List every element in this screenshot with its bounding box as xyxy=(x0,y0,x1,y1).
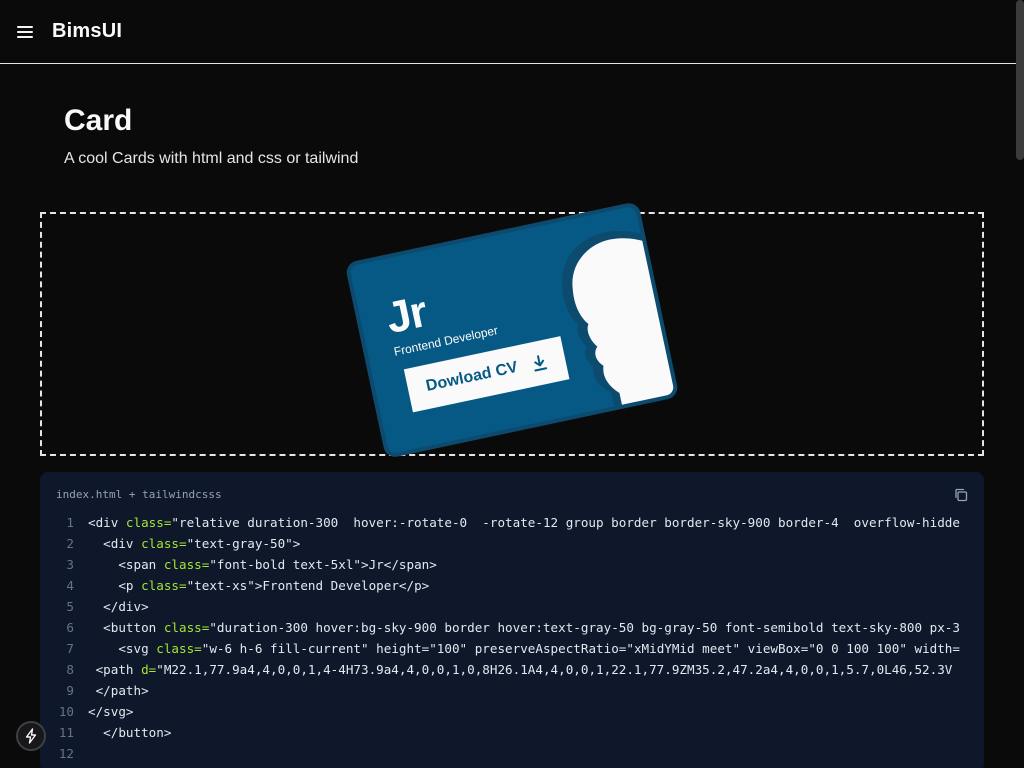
code-token-str: "duration-300 hover:bg-sky-900 border ho… xyxy=(209,620,960,635)
code-line: 10 </svg> xyxy=(40,701,984,722)
line-number: 8 xyxy=(66,662,74,677)
code-token-tag: </div> xyxy=(103,599,149,614)
code-token-tag: <path xyxy=(95,662,142,677)
code-token-str: "text-gray-50" xyxy=(186,536,293,551)
line-number: 4 xyxy=(66,578,74,593)
code-line: 5 </div> xyxy=(40,596,984,617)
scrollbar-thumb[interactable] xyxy=(1016,0,1024,160)
brand-logo[interactable]: BimsUI xyxy=(52,20,122,43)
code-token-indent xyxy=(88,683,96,698)
code-line: 7 <svg class="w-6 h-6 fill-current" heig… xyxy=(40,638,984,659)
card-text: Jr Frontend Developer xyxy=(382,276,499,359)
line-number: 7 xyxy=(66,641,74,656)
code-token-attr: class= xyxy=(163,620,210,635)
code-token-end: >Jr</span> xyxy=(361,557,437,572)
code-token-tag: <button xyxy=(103,620,164,635)
code-content: <span class="font-bold text-5xl">Jr</spa… xyxy=(74,554,437,575)
code-token-str: "font-bold text-5xl" xyxy=(209,557,361,572)
code-content: <div class="text-gray-50"> xyxy=(74,533,300,554)
code-token-indent xyxy=(88,662,96,677)
code-content: <div class="relative duration-300 hover:… xyxy=(74,512,960,533)
code-token-attr: class= xyxy=(141,578,187,593)
code-content: </button> xyxy=(74,722,171,743)
code-token-tag: <div xyxy=(103,536,142,551)
code-line: 11 </button> xyxy=(40,722,984,743)
code-content: </svg> xyxy=(74,701,134,722)
code-token-tag: <svg xyxy=(118,641,157,656)
code-line: 2 <div class="text-gray-50"> xyxy=(40,533,984,554)
line-number: 1 xyxy=(66,515,74,530)
code-token-attr: class= xyxy=(163,557,210,572)
code-token-attr: class= xyxy=(141,536,187,551)
code-line: 4 <p class="text-xs">Frontend Developer<… xyxy=(40,575,984,596)
code-token-tag: </button> xyxy=(103,725,172,740)
code-token-attr: d= xyxy=(141,662,157,677)
code-token-attr: class= xyxy=(125,515,172,530)
code-token-end: >Frontend Developer</p> xyxy=(254,578,430,593)
code-content xyxy=(74,743,88,764)
code-token-indent xyxy=(88,620,103,635)
code-line: 6 <button class="duration-300 hover:bg-s… xyxy=(40,617,984,638)
code-content: <button class="duration-300 hover:bg-sky… xyxy=(74,617,960,638)
line-number: 6 xyxy=(66,620,74,635)
code-token-str: "relative duration-300 hover:-rotate-0 -… xyxy=(171,515,960,530)
code-token-indent xyxy=(88,557,118,572)
code-token-tag: </svg> xyxy=(88,704,134,719)
download-icon xyxy=(533,355,547,372)
line-number: 2 xyxy=(66,536,74,551)
line-number: 9 xyxy=(66,683,74,698)
code-token-tag: <div xyxy=(88,515,126,530)
code-token-indent xyxy=(88,578,118,593)
line-number: 3 xyxy=(66,557,74,572)
code-token-str: "w-6 h-6 fill-current" height="100" pres… xyxy=(201,641,960,656)
code-line: 8 <path d="M22.1,77.9a4,4,0,0,1,4-4H73.9… xyxy=(40,659,984,680)
lightning-bolt-button[interactable] xyxy=(16,721,46,751)
scrollbar[interactable] xyxy=(1016,0,1024,768)
line-number: 10 xyxy=(58,704,74,719)
code-token-indent xyxy=(88,641,118,656)
copy-icon[interactable] xyxy=(954,488,968,502)
code-content: <p class="text-xs">Frontend Developer</p… xyxy=(74,575,429,596)
code-line: 1 <div class="relative duration-300 hover… xyxy=(40,512,984,533)
code-content: <svg class="w-6 h-6 fill-current" height… xyxy=(74,638,960,659)
code-panel: index.html + tailwindcsss 1 <div class="r… xyxy=(40,472,984,768)
code-token-str: "M22.1,77.9a4,4,0,0,1,4-4H73.9a4,4,0,0,1… xyxy=(156,662,953,677)
code-line: 3 <span class="font-bold text-5xl">Jr</s… xyxy=(40,554,984,575)
code-content: </path> xyxy=(74,680,149,701)
code-tab-label: index.html + tailwindcsss xyxy=(56,488,222,501)
top-bar: BimsUI xyxy=(0,0,1016,64)
code-token-tag: </path> xyxy=(95,683,149,698)
code-token-tag: <p xyxy=(118,578,142,593)
code-token-attr: class= xyxy=(156,641,202,656)
page-subtitle: A cool Cards with html and css or tailwi… xyxy=(64,150,359,167)
code-token-indent xyxy=(88,725,103,740)
download-cv-label: Dowload CV xyxy=(424,358,520,395)
code-block: 1 <div class="relative duration-300 hover… xyxy=(40,512,984,768)
page-title: Card xyxy=(64,104,133,137)
code-content: <path d="M22.1,77.9a4,4,0,0,1,4-4H73.9a4… xyxy=(74,659,953,680)
hamburger-menu-icon[interactable] xyxy=(17,24,37,40)
line-number: 12 xyxy=(58,746,74,761)
code-token-str: "text-xs" xyxy=(186,578,255,593)
code-token-end: > xyxy=(292,536,301,551)
code-token-indent xyxy=(88,599,103,614)
code-content: </div> xyxy=(74,596,149,617)
code-token-tag: <span xyxy=(118,557,164,572)
code-line: 9 </path> xyxy=(40,680,984,701)
code-line: 12 xyxy=(40,743,984,764)
code-token-indent xyxy=(88,536,103,551)
lightning-bolt-icon xyxy=(25,728,37,744)
line-number: 5 xyxy=(66,599,74,614)
